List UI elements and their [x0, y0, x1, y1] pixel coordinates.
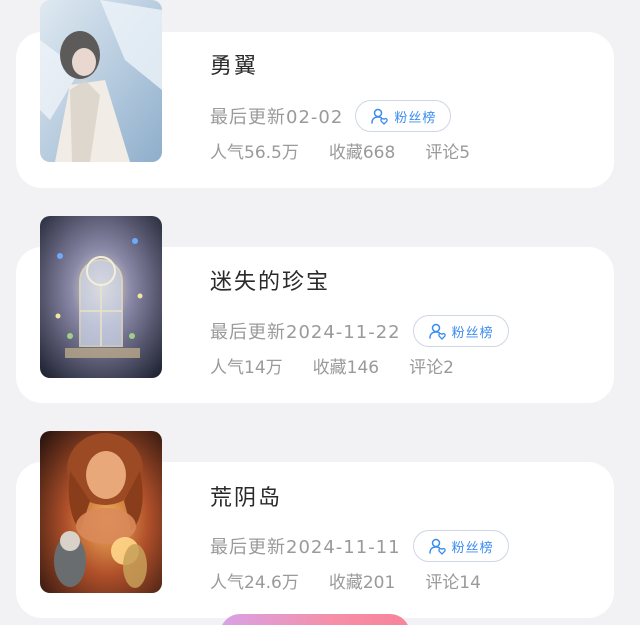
- popularity-count: 人气14万: [210, 357, 283, 378]
- comments-count: 评论14: [425, 572, 481, 593]
- work-stats: 人气24.6万 收藏201 评论14: [210, 568, 481, 593]
- work-title: 荒阴岛: [210, 486, 283, 511]
- fan-ranking-label: 粉丝榜: [394, 110, 437, 126]
- bottom-action-button[interactable]: [220, 614, 410, 625]
- person-heart-icon: [428, 538, 446, 555]
- favorites-count: 收藏668: [328, 142, 396, 163]
- last-updated-text: 最后更新2024-11-11: [210, 537, 401, 558]
- work-title: 勇翼: [210, 54, 259, 79]
- person-heart-icon: [371, 108, 389, 125]
- works-list: 勇翼 最后更新02-02 粉丝榜 人气56.5万 收藏668 评论5 迷失的珍宝…: [0, 0, 640, 625]
- favorites-count: 收藏201: [328, 572, 396, 593]
- fan-ranking-label: 粉丝榜: [451, 325, 494, 341]
- fan-ranking-label: 粉丝榜: [451, 540, 494, 556]
- work-meta-row: 最后更新02-02 粉丝榜: [210, 100, 452, 132]
- popularity-count: 人气24.6万: [210, 572, 299, 593]
- work-meta-row: 最后更新2024-11-11 粉丝榜: [210, 530, 509, 562]
- fan-ranking-button[interactable]: 粉丝榜: [412, 315, 509, 347]
- last-updated-text: 最后更新02-02: [210, 107, 344, 128]
- favorites-count: 收藏146: [312, 357, 380, 378]
- work-cover-image[interactable]: [40, 0, 162, 162]
- comments-count: 评论5: [425, 142, 471, 163]
- work-stats: 人气14万 收藏146 评论2: [210, 353, 454, 378]
- last-updated-text: 最后更新2024-11-22: [210, 322, 401, 343]
- work-title: 迷失的珍宝: [210, 270, 331, 295]
- work-cover-image[interactable]: [40, 431, 162, 593]
- work-meta-row: 最后更新2024-11-22 粉丝榜: [210, 315, 509, 347]
- work-cover-image[interactable]: [40, 216, 162, 378]
- work-stats: 人气56.5万 收藏668 评论5: [210, 138, 471, 163]
- fan-ranking-button[interactable]: 粉丝榜: [355, 100, 452, 132]
- person-heart-icon: [428, 323, 446, 340]
- fan-ranking-button[interactable]: 粉丝榜: [412, 530, 509, 562]
- popularity-count: 人气56.5万: [210, 142, 299, 163]
- comments-count: 评论2: [409, 357, 454, 378]
